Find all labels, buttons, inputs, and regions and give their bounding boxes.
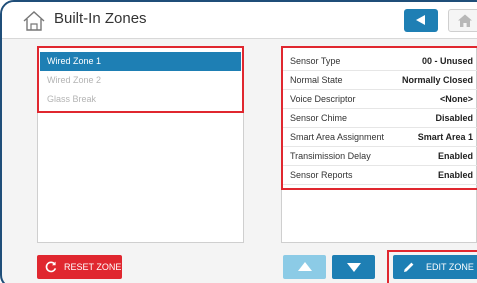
home-icon <box>458 14 472 27</box>
sensor-row-sensor-chime: Sensor Chime Disabled <box>283 109 477 128</box>
edit-zone-label: EDIT ZONE <box>426 262 474 272</box>
sensor-row-label: Sensor Chime <box>290 113 348 123</box>
sensor-row-label: Normal State <box>290 75 343 85</box>
sensor-row-label: Sensor Type <box>290 56 341 66</box>
sensor-row-voice-descriptor: Voice Descriptor <None> <box>283 90 477 109</box>
sensor-row-value: Enabled <box>437 151 473 161</box>
app-frame: Built-In Zones Wired Zone 1 Wired Zone 2… <box>0 0 477 283</box>
sensor-row-label: Transimission Delay <box>290 151 371 161</box>
sensor-row-value: Disabled <box>435 113 473 123</box>
zone-list-panel: Wired Zone 1 Wired Zone 2 Glass Break <box>37 46 244 243</box>
reset-zone-label: RESET ZONE <box>64 262 122 272</box>
sensor-row-transimission-delay: Transimission Delay Enabled <box>283 147 477 166</box>
back-arrow-icon <box>416 15 425 25</box>
sensor-row-label: Voice Descriptor <box>290 94 356 104</box>
arrow-down-icon <box>347 263 361 272</box>
sensor-row-label: Sensor Reports <box>290 170 353 180</box>
sensor-row-value: Smart Area 1 <box>417 132 473 142</box>
house-outline-icon <box>23 11 45 31</box>
sensor-row-label: Smart Area Assignment <box>290 132 385 142</box>
sensor-row-value: <None> <box>439 94 473 104</box>
header-bar: Built-In Zones <box>2 2 477 39</box>
move-up-button[interactable] <box>283 255 326 279</box>
home-button[interactable] <box>448 9 477 32</box>
back-button[interactable] <box>404 9 438 32</box>
zone-item-wired-zone-1[interactable]: Wired Zone 1 <box>40 52 241 71</box>
sensor-row-value: 00 - Unused <box>421 56 473 66</box>
sensor-row-sensor-reports: Sensor Reports Enabled <box>283 166 477 185</box>
sensor-row-value: Normally Closed <box>401 75 473 85</box>
arrow-up-icon <box>298 262 312 271</box>
sensor-row-value: Enabled <box>437 170 473 180</box>
sensor-row-sensor-type: Sensor Type 00 - Unused <box>283 52 477 71</box>
reset-icon <box>45 261 57 273</box>
sensor-row-smart-area-assignment: Smart Area Assignment Smart Area 1 <box>283 128 477 147</box>
zone-item-glass-break[interactable]: Glass Break <box>40 90 241 109</box>
zone-item-wired-zone-2[interactable]: Wired Zone 2 <box>40 71 241 90</box>
reset-zone-button[interactable]: RESET ZONE <box>37 255 122 279</box>
page-title: Built-In Zones <box>54 10 147 27</box>
pencil-icon <box>404 262 414 272</box>
sensor-row-normal-state: Normal State Normally Closed <box>283 71 477 90</box>
move-down-button[interactable] <box>332 255 375 279</box>
edit-zone-button[interactable]: EDIT ZONE <box>393 255 477 279</box>
